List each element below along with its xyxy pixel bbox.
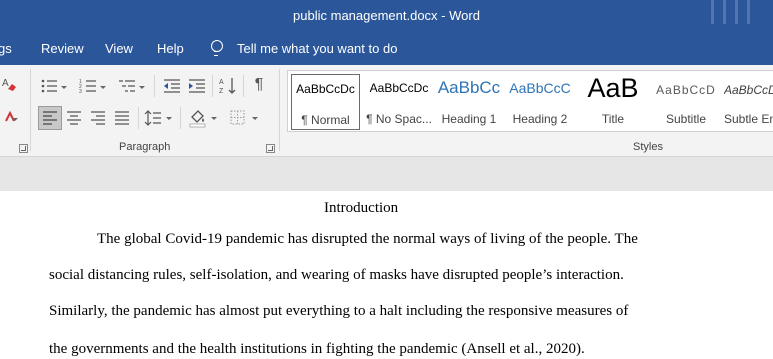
lightbulb-icon <box>210 39 223 56</box>
style-no-spacing[interactable]: AaBbCcDc ¶ No Spac... <box>364 74 434 130</box>
style-sample: AaBbCcC <box>509 80 571 96</box>
line-spacing-icon[interactable] <box>144 109 162 127</box>
style-name: Heading 2 <box>512 112 568 126</box>
style-name: ¶ No Spac... <box>366 112 432 126</box>
svg-text:3: 3 <box>79 89 82 95</box>
style-heading-2[interactable]: AaBbCcC Heading 2 <box>507 74 573 130</box>
styles-gallery: AaBbCcDc ¶ Normal AaBbCcDc ¶ No Spac... … <box>287 70 773 132</box>
svg-text:A: A <box>219 79 224 86</box>
style-name: Heading 1 <box>441 112 497 126</box>
style-sample: AaBbCcDc <box>724 83 773 97</box>
style-name: ¶ Normal <box>301 113 350 127</box>
document-background <box>0 157 773 191</box>
group-separator <box>212 75 213 97</box>
chevron-down-icon[interactable] <box>211 117 217 120</box>
tell-me-search[interactable]: Tell me what you want to do <box>237 41 397 56</box>
tab-mailings[interactable]: gs <box>0 41 12 56</box>
tab-help[interactable]: Help <box>157 41 184 56</box>
tab-view[interactable]: View <box>105 41 133 56</box>
window-title: public management.docx - Word <box>293 8 480 23</box>
style-sample: AaB <box>587 74 639 103</box>
ribbon: A 123 AZ ¶ Paragraph AaBbCcDc ¶ Normal A… <box>0 65 773 157</box>
style-normal[interactable]: AaBbCcDc ¶ Normal <box>291 74 360 130</box>
group-separator <box>243 75 244 97</box>
group-separator <box>180 107 181 129</box>
paragraph-dialog-launcher-icon[interactable] <box>266 144 275 153</box>
shading-icon[interactable] <box>188 108 206 128</box>
bulleted-list-icon[interactable] <box>40 77 58 95</box>
group-separator <box>138 107 139 129</box>
sort-icon[interactable]: AZ <box>219 76 237 95</box>
style-sample: AaBbCcD <box>656 83 716 97</box>
paragraph-group-label: Paragraph <box>119 141 171 153</box>
font-dialog-launcher-icon[interactable] <box>19 144 28 153</box>
style-heading-1[interactable]: AaBbCc Heading 1 <box>437 74 501 130</box>
ribbon-tabs: gs Review View Help Tell me what you wan… <box>0 33 773 65</box>
chevron-down-icon[interactable] <box>61 86 67 89</box>
decrease-indent-icon[interactable] <box>163 77 181 95</box>
chevron-down-icon[interactable] <box>166 117 172 120</box>
align-right-icon[interactable] <box>89 109 107 127</box>
svg-text:Z: Z <box>219 88 224 95</box>
clear-formatting-icon[interactable]: A <box>2 76 20 94</box>
multilevel-list-icon[interactable] <box>118 77 136 95</box>
group-separator <box>279 69 280 151</box>
paragraph-line: social distancing rules, self-isolation,… <box>49 267 624 283</box>
paragraph-line: The global Covid-19 pandemic has disrupt… <box>97 231 638 247</box>
style-subtle-emphasis[interactable]: AaBbCcDc Subtle Em <box>724 74 773 130</box>
svg-text:A: A <box>2 78 9 89</box>
style-sample: AaBbCcDc <box>296 82 355 96</box>
align-left-icon[interactable] <box>41 109 59 127</box>
chevron-down-icon[interactable] <box>100 86 106 89</box>
title-bar-decoration <box>703 0 773 33</box>
group-separator <box>30 69 31 151</box>
style-sample: AaBbCc <box>437 78 501 97</box>
chevron-down-icon[interactable] <box>12 118 18 121</box>
style-name: Subtitle <box>665 112 707 126</box>
align-center-icon[interactable] <box>65 109 83 127</box>
justify-icon[interactable] <box>113 109 131 127</box>
style-name: Title <box>601 112 625 126</box>
style-name: Subtle Em <box>724 112 773 126</box>
title-bar: public management.docx - Word <box>0 0 773 33</box>
style-subtitle[interactable]: AaBbCcD Subtitle <box>652 74 720 130</box>
style-title[interactable]: AaB Title <box>578 74 648 130</box>
chevron-down-icon[interactable] <box>252 117 258 120</box>
chevron-down-icon[interactable] <box>139 86 145 89</box>
paragraph-line: the governments and the health instituti… <box>49 341 585 357</box>
borders-icon[interactable] <box>229 109 247 127</box>
show-formatting-icon[interactable]: ¶ <box>250 76 268 94</box>
group-separator <box>154 75 155 97</box>
document-heading: Introduction <box>324 200 399 216</box>
numbered-list-icon[interactable]: 123 <box>79 77 97 95</box>
styles-group-label: Styles <box>633 141 663 153</box>
tab-review[interactable]: Review <box>41 41 84 56</box>
document-page[interactable]: Introduction The global Covid-19 pandemi… <box>0 191 773 359</box>
paragraph-line: Similarly, the pandemic has almost put e… <box>49 303 629 319</box>
increase-indent-icon[interactable] <box>188 77 206 95</box>
style-sample: AaBbCcDc <box>369 81 429 95</box>
